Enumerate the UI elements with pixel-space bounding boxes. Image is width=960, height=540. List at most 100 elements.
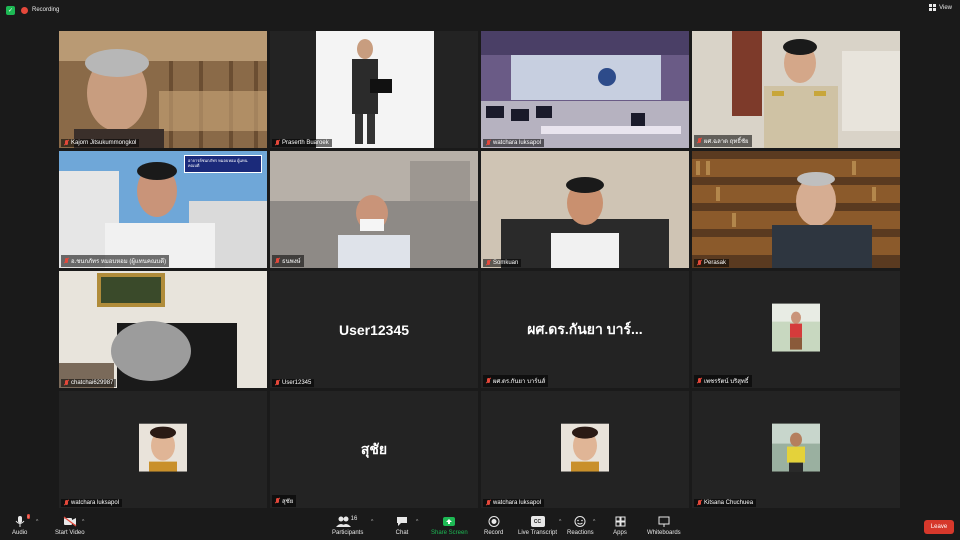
participant-tile[interactable]: อาจารย์ชนกภัทร หมอบหอม ผู้แทนคณบดี อ.ชนก… (59, 151, 267, 268)
participant-tile[interactable]: Praserth Buaroek (270, 31, 478, 148)
participant-tile[interactable]: watchara luksapol (481, 31, 689, 148)
security-shield-icon[interactable]: ✓ (6, 5, 15, 15)
participants-icon: 16 (335, 516, 360, 527)
video-feed (481, 31, 689, 148)
participant-tile[interactable]: ธนพงษ์ (270, 151, 478, 268)
participant-display-name: User12345 (338, 321, 410, 338)
view-button[interactable]: View (929, 4, 952, 11)
mic-muted-icon (64, 380, 69, 386)
participant-name-label: ธนพงษ์ (272, 255, 304, 267)
recording-label[interactable]: Recording (32, 7, 59, 13)
record-button[interactable]: Record (484, 516, 503, 536)
participants-label: Participants (332, 530, 364, 536)
audio-warning-badge: ! (26, 514, 30, 519)
participant-tile-active-speaker[interactable]: Perasak (692, 151, 900, 268)
whiteboards-label: Whiteboards (647, 530, 681, 536)
view-label: View (939, 4, 952, 11)
video-feed (692, 151, 900, 268)
participant-display-name: สุชัย (360, 440, 388, 457)
reactions-options-chevron-icon[interactable]: ^ (593, 519, 595, 525)
participant-name-label: Somkuan (483, 259, 522, 267)
chat-icon (395, 516, 409, 527)
grid-view-icon (929, 4, 937, 11)
participant-tile[interactable]: Kajorn Jitsukummongkol (59, 31, 267, 148)
apps-button[interactable]: Apps (613, 516, 627, 536)
participant-tile[interactable]: watchara luksapol (481, 391, 689, 508)
participant-name-label: Kitsana Chuchuea (694, 499, 757, 507)
participant-avatar (561, 423, 609, 472)
participant-tile[interactable]: Kitsana Chuchuea (692, 391, 900, 508)
participant-name-label: Praserth Buaroek (272, 139, 332, 147)
mic-muted-icon (64, 140, 69, 146)
share-screen-icon (442, 516, 456, 527)
share-screen-button[interactable]: Share Screen (431, 516, 468, 536)
participant-name-label: watchara luksapol (483, 139, 545, 147)
video-feed (481, 151, 689, 268)
participant-tile[interactable]: สุชัย สุชัย (270, 391, 478, 508)
apps-label: Apps (613, 530, 627, 536)
live-transcript-button[interactable]: CC Live Transcript (518, 516, 557, 536)
leave-button[interactable]: Leave (924, 520, 954, 534)
share-screen-label: Share Screen (431, 530, 468, 536)
participant-tile[interactable]: watchara luksapol (59, 391, 267, 508)
apps-icon (613, 516, 627, 527)
participants-button[interactable]: 16 Participants (332, 516, 363, 536)
participant-tile[interactable]: chatchai629987 (59, 271, 267, 388)
participant-name-label: watchara luksapol (483, 499, 545, 507)
whiteboard-icon (657, 516, 671, 527)
participant-name-label: ผศ.ดร.กันยา บาร์นส์ (483, 375, 549, 387)
whiteboards-button[interactable]: Whiteboards (647, 516, 681, 536)
video-off-icon (63, 516, 77, 527)
participant-tile[interactable]: Somkuan (481, 151, 689, 268)
mic-muted-icon (275, 380, 280, 386)
reactions-label: Reactions (567, 530, 594, 536)
video-options-chevron-icon[interactable]: ^ (82, 519, 84, 525)
audio-button[interactable]: ! Audio (12, 514, 30, 536)
participant-tile[interactable]: ผศ.ฉลาด ฤทธิ์ชัย (692, 31, 900, 148)
transcript-options-chevron-icon[interactable]: ^ (559, 519, 561, 525)
video-feed (59, 31, 267, 148)
mic-muted-icon (275, 258, 280, 264)
mic-muted-icon (275, 498, 280, 504)
chat-label: Chat (395, 530, 409, 536)
video-feed (270, 31, 478, 148)
participant-name-label: chatchai629987 (61, 379, 117, 387)
mic-muted-icon (697, 500, 702, 506)
participant-name-label: User12345 (272, 379, 315, 387)
reactions-button[interactable]: Reactions (567, 516, 594, 536)
audio-options-chevron-icon[interactable]: ^ (36, 519, 38, 525)
video-feed (270, 151, 478, 268)
reactions-smiley-icon (573, 516, 587, 527)
mic-muted-icon (275, 140, 280, 146)
participant-tile[interactable]: ผศ.ดร.กันยา บาร์... ผศ.ดร.กันยา บาร์นส์ (481, 271, 689, 388)
virtual-background-banner: อาจารย์ชนกภัทร หมอบหอม ผู้แทนคณบดี (184, 155, 262, 173)
participants-options-chevron-icon[interactable]: ^ (371, 519, 373, 525)
chat-options-chevron-icon[interactable]: ^ (416, 519, 418, 525)
video-feed (59, 271, 267, 388)
mic-muted-icon (486, 140, 491, 146)
participant-name-label: เพชรรัตน์ บริสุทธิ์ (694, 375, 752, 387)
mic-muted-icon (697, 378, 702, 384)
mic-muted-icon (486, 260, 491, 266)
microphone-icon: ! (13, 514, 30, 527)
mic-muted-icon (64, 258, 69, 264)
participants-count: 16 (350, 516, 358, 522)
audio-label: Audio (12, 530, 28, 536)
participant-tile[interactable]: เพชรรัตน์ บริสุทธิ์ (692, 271, 900, 388)
chat-button[interactable]: Chat (395, 516, 409, 536)
meeting-toolbar: ! Audio ^ Start Video ^ 16 Participants … (0, 512, 960, 540)
video-feed (692, 31, 900, 148)
start-video-button[interactable]: Start Video (55, 516, 85, 536)
mic-muted-icon (697, 260, 702, 266)
participant-name-label: Kajorn Jitsukummongkol (61, 139, 140, 147)
record-icon (487, 516, 501, 527)
mic-muted-icon (697, 138, 702, 144)
participant-display-name: ผศ.ดร.กันยา บาร์... (527, 320, 643, 337)
recording-dot-icon (21, 6, 28, 14)
participant-gallery: Kajorn Jitsukummongkol Praserth Buaroek … (59, 31, 902, 509)
participant-name-label: watchara luksapol (61, 499, 123, 507)
participant-tile[interactable]: User12345 User12345 (270, 271, 478, 388)
participant-name-label: สุชัย (272, 495, 297, 507)
participant-name-label: ผศ.ฉลาด ฤทธิ์ชัย (694, 135, 752, 147)
participant-name-label: Perasak (694, 259, 730, 267)
